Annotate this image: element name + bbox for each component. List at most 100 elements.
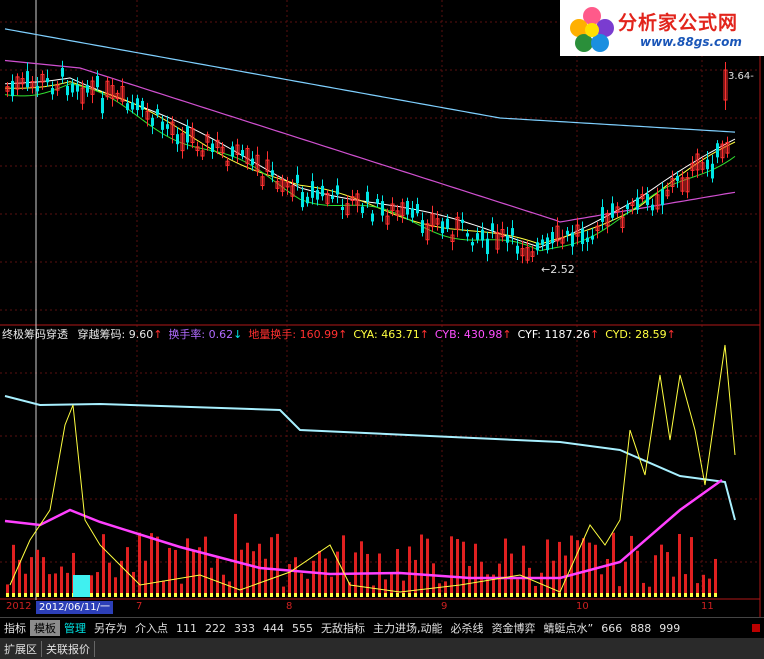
toolbar-manage[interactable]: 管理 xyxy=(60,620,90,636)
candle-body xyxy=(381,201,384,216)
candle-body xyxy=(126,103,129,111)
toolbar-222[interactable]: 222 xyxy=(201,622,230,635)
indicator-bar xyxy=(60,566,63,597)
indicator-field: 地量换手: 160.99↑ xyxy=(248,328,347,341)
high-price-value: 3.64 xyxy=(728,71,751,82)
indicator-dot xyxy=(126,593,129,597)
candle-body xyxy=(331,195,334,199)
toolbar-666[interactable]: 666 xyxy=(597,622,626,635)
toolbar-template[interactable]: 模板 xyxy=(30,620,60,636)
toolbar-555[interactable]: 555 xyxy=(288,622,317,635)
toolbar-main-force[interactable]: 主力进场,动能 xyxy=(369,620,447,636)
indicator-bar xyxy=(186,538,189,597)
indicator-dot xyxy=(48,593,51,597)
tab-extension-area[interactable]: 扩展区 xyxy=(0,640,42,657)
toolbar-111[interactable]: 111 xyxy=(172,622,201,635)
indicator-dot xyxy=(582,593,585,597)
indicator-dot xyxy=(264,593,267,597)
candle-body xyxy=(611,203,614,218)
indicator-field-value: 463.71 xyxy=(377,328,420,341)
tab-related-quotes[interactable]: 关联报价 xyxy=(42,640,95,657)
arrow-down-icon: ↓ xyxy=(233,328,243,341)
candle-body xyxy=(566,230,569,235)
indicator-dot xyxy=(210,593,213,597)
toolbar-entry-point[interactable]: 介入点 xyxy=(131,620,172,636)
indicator-dot xyxy=(114,593,117,597)
toolbar-888[interactable]: 888 xyxy=(626,622,655,635)
indicator-bar xyxy=(594,544,597,597)
indicator-bar xyxy=(522,545,525,597)
candle-body xyxy=(336,185,339,195)
toolbar-kill-line[interactable]: 必杀线 xyxy=(447,620,488,636)
candle-body xyxy=(446,218,449,230)
indicator-bar xyxy=(288,564,291,597)
candle-body xyxy=(71,83,74,93)
indicator-dot xyxy=(474,593,477,597)
indicator-bar xyxy=(450,536,453,597)
indicator-field-value: 1187.26 xyxy=(541,328,590,341)
toolbar-save-as[interactable]: 另存为 xyxy=(90,620,131,636)
close-marker-icon[interactable] xyxy=(752,624,760,632)
candle-body xyxy=(176,134,179,145)
toolbar-444[interactable]: 444 xyxy=(259,622,288,635)
toolbar-invincible[interactable]: 无敌指标 xyxy=(317,620,369,636)
indicator-dot xyxy=(162,593,165,597)
candle-body xyxy=(706,159,709,170)
candle-body xyxy=(586,237,589,243)
indicator-bar xyxy=(546,539,549,597)
toolbar-999[interactable]: 999 xyxy=(655,622,684,635)
indicator-dot xyxy=(240,593,243,597)
indicator-dot xyxy=(546,593,549,597)
toolbar-indicator[interactable]: 指标 xyxy=(0,620,30,636)
candle-body xyxy=(316,190,319,200)
indicator-dot xyxy=(480,593,483,597)
indicator-dot xyxy=(168,593,171,597)
indicator-dot xyxy=(510,593,513,597)
indicator-header[interactable]: 终极筹码穿透 穿越筹码: 9.60↑ 换手率: 0.62↓ 地量换手: 160.99… xyxy=(2,326,676,342)
indicator-dot xyxy=(204,593,207,597)
candle-body xyxy=(636,197,639,210)
indicator-bar xyxy=(36,549,39,597)
indicator-bar xyxy=(636,550,639,597)
formula-toolbar: 指标 模板 管理 另存为 介入点 111 222 333 444 555 无敌指… xyxy=(0,617,764,638)
indicator-dot xyxy=(498,593,501,597)
toolbar-333[interactable]: 333 xyxy=(230,622,259,635)
selected-date: 2012/06/11/一 xyxy=(36,601,114,614)
candle-body xyxy=(416,204,419,214)
indicator-bar xyxy=(420,534,423,597)
stock-chart-window: 分析家公式网 www.88gs.com 3.64- ←2.52 终极筹码穿透 穿… xyxy=(0,0,764,659)
indicator-bar xyxy=(498,563,501,597)
indicator-bar xyxy=(690,537,693,597)
indicator-bar xyxy=(408,546,411,597)
indicator-bar xyxy=(342,535,345,597)
indicator-dot xyxy=(42,593,45,597)
candle-body xyxy=(296,174,299,184)
indicator-field-label: CYA: xyxy=(353,328,378,341)
toolbar-capital-game[interactable]: 资金博弈 xyxy=(488,620,540,636)
indicator-dot xyxy=(414,593,417,597)
chart-canvas[interactable] xyxy=(0,0,764,617)
indicator-name: 终极筹码穿透 xyxy=(2,328,68,341)
toolbar-dragonfly[interactable]: 蜻蜓点水” xyxy=(540,620,598,636)
candle-body xyxy=(166,124,169,129)
month-label: 8 xyxy=(286,601,293,612)
candle-body xyxy=(491,223,494,231)
indicator-field: 换手率: 0.62↓ xyxy=(168,328,242,341)
indicator-bar xyxy=(246,542,249,597)
indicator-bar xyxy=(276,533,279,597)
indicator-dot xyxy=(246,593,249,597)
candle-body xyxy=(151,117,154,126)
candle-body xyxy=(711,163,714,179)
indicator-dot xyxy=(18,593,21,597)
indicator-dot xyxy=(588,593,591,597)
indicator-dot xyxy=(516,593,519,597)
candle-body xyxy=(241,150,244,157)
indicator-dot xyxy=(444,593,447,597)
indicator-dot xyxy=(270,593,273,597)
indicator-dot xyxy=(420,593,423,597)
candle-body xyxy=(571,232,574,247)
indicator-dot xyxy=(384,593,387,597)
indicator-dot xyxy=(600,593,603,597)
candle-body xyxy=(371,213,374,222)
indicator-bar xyxy=(678,534,681,597)
